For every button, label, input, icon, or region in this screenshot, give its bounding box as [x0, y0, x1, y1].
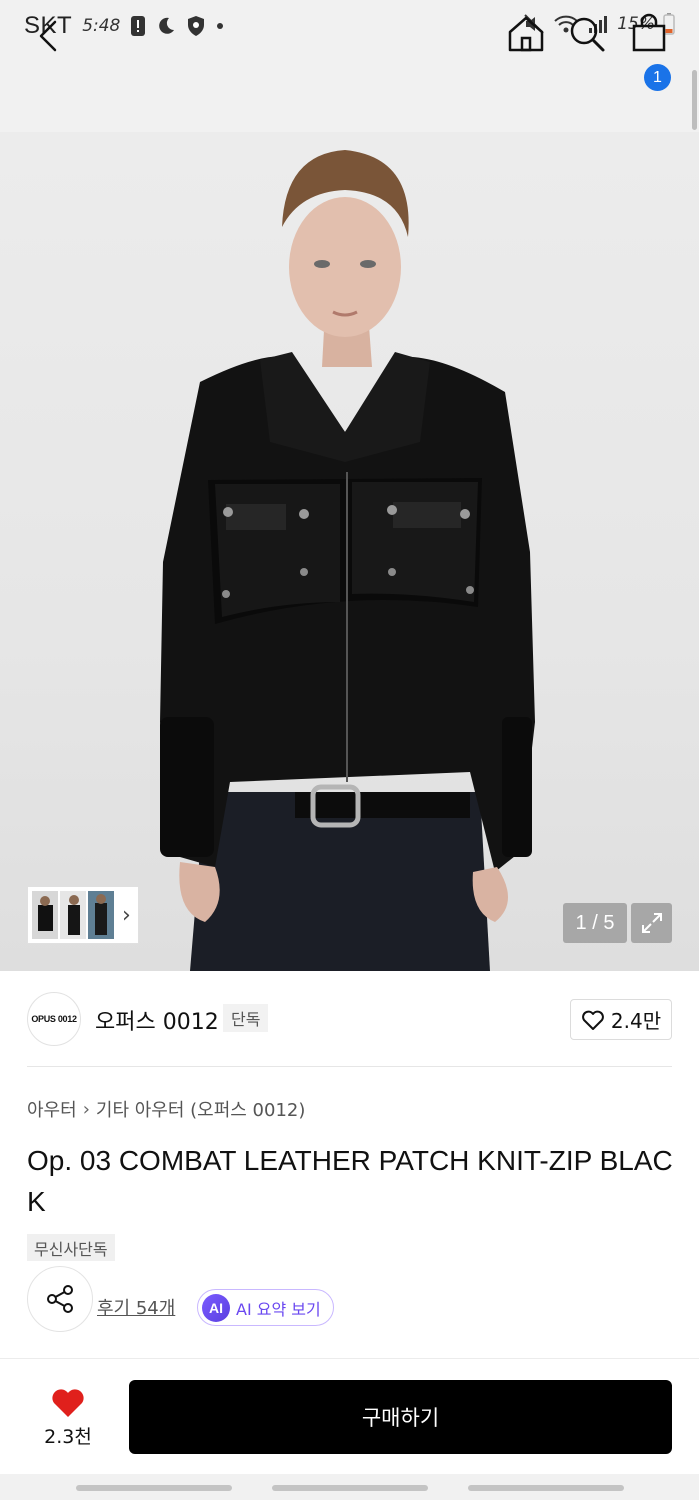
brand-row: OPUS 0012 오퍼스 0012 단독 2.4만 — [0, 971, 699, 1067]
moon-icon — [156, 16, 176, 36]
favorite-button[interactable]: 2.3천 — [27, 1378, 109, 1458]
ai-icon: AI — [202, 1293, 230, 1322]
gesture-handle[interactable] — [76, 1485, 232, 1491]
breadcrumb-item[interactable]: 기타 아우터 (오퍼스 0012) — [96, 1096, 306, 1122]
search-icon — [570, 17, 605, 52]
brand-like-button[interactable]: 2.4만 — [570, 999, 672, 1040]
breadcrumb-item[interactable]: 아우터 — [27, 1096, 77, 1122]
thumbnail-image[interactable] — [60, 891, 86, 939]
heart-filled-icon — [52, 1388, 84, 1417]
product-title: Op. 03 COMBAT LEATHER PATCH KNIT-ZIP BLA… — [27, 1145, 673, 1217]
brand-logo[interactable]: OPUS 0012 — [27, 992, 81, 1046]
chevron-right-icon: › — [122, 902, 131, 928]
brand-exclusive-tag: 단독 — [223, 1004, 269, 1032]
model-photo — [160, 150, 535, 971]
thumbnail-image[interactable] — [32, 891, 58, 939]
scrollbar[interactable] — [692, 70, 697, 130]
chevron-right-icon: › — [82, 1098, 90, 1120]
divider — [27, 1066, 672, 1067]
ai-summary-label: AI 요약 보기 — [236, 1299, 321, 1319]
thumbnail-image[interactable] — [88, 891, 114, 939]
dot-icon — [216, 22, 224, 30]
shield-icon — [186, 15, 206, 37]
thumbnail-strip[interactable]: › — [27, 886, 139, 944]
search-button[interactable] — [567, 14, 607, 54]
share-button[interactable] — [27, 1266, 93, 1332]
heart-outline-icon — [582, 1010, 604, 1030]
favorite-count: 2.3천 — [44, 1425, 92, 1448]
gesture-handle[interactable] — [468, 1485, 624, 1491]
gesture-handle[interactable] — [272, 1485, 428, 1491]
brand-like-count: 2.4만 — [610, 1009, 662, 1033]
cart-count-badge: 1 — [644, 64, 671, 91]
ai-summary-button[interactable]: AI AI 요약 보기 — [197, 1289, 334, 1326]
exclusive-badge: 무신사단독 — [27, 1234, 115, 1261]
shopping-bag-icon — [632, 13, 666, 52]
alert-icon — [130, 15, 146, 37]
cart-button[interactable] — [628, 12, 670, 54]
expand-button[interactable] — [631, 903, 672, 943]
product-image[interactable] — [0, 132, 699, 971]
chevron-left-icon — [39, 20, 57, 52]
back-button[interactable] — [30, 16, 66, 56]
home-button[interactable] — [506, 14, 546, 54]
share-icon — [47, 1285, 73, 1313]
buy-button[interactable]: 구매하기 — [129, 1380, 672, 1454]
review-link[interactable]: 후기 54개 — [97, 1294, 175, 1320]
nav-header — [0, 54, 699, 132]
breadcrumb: 아우터 › 기타 아우터 (오퍼스 0012) — [27, 1096, 305, 1122]
brand-name[interactable]: 오퍼스 0012 — [95, 1004, 219, 1036]
clock: 5:48 — [82, 16, 121, 36]
home-icon — [508, 16, 544, 52]
image-counter: 1 / 5 — [563, 903, 627, 943]
gesture-bar — [0, 1474, 699, 1500]
expand-icon — [641, 913, 662, 933]
